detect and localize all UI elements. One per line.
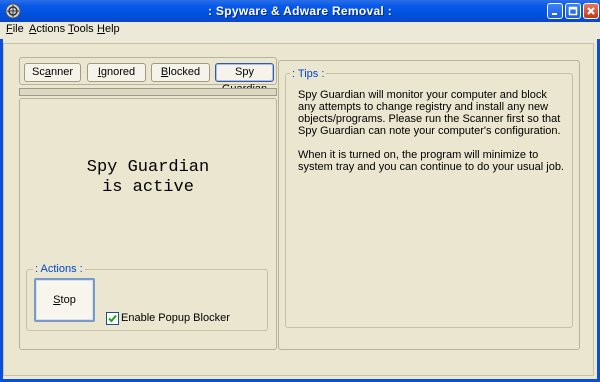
title-bar[interactable]: : Spyware & Adware Removal :	[0, 0, 600, 22]
progress-bar	[19, 88, 277, 96]
tips-group-label: : Tips :	[290, 68, 327, 80]
guardian-status: Spy Guardian is active	[19, 158, 277, 198]
menu-help-accel: H	[97, 23, 105, 35]
tab-blocked[interactable]: Blocked	[151, 63, 210, 82]
tab-ignored[interactable]: Ignored	[87, 63, 146, 82]
checkmark-icon	[108, 314, 117, 323]
menu-help-label: elp	[104, 23, 120, 35]
popup-blocker-label[interactable]: Enable Popup Blocker	[121, 312, 230, 324]
guardian-status-line2: is active	[102, 178, 194, 197]
menu-bar: File Actions Tools Help	[0, 22, 600, 39]
actions-group-label: : Actions :	[33, 263, 85, 275]
maximize-icon	[568, 6, 578, 16]
menu-file-label: ile	[12, 23, 24, 35]
tips-paragraph-1: Spy Guardian will monitor your computer …	[298, 89, 561, 137]
tab-scanner-pre: Sc	[32, 66, 45, 78]
minimize-button[interactable]	[547, 3, 563, 19]
tab-spy-guardian[interactable]: Spy Guardian	[215, 63, 274, 95]
popup-blocker-checkbox[interactable]	[106, 312, 119, 325]
menu-actions[interactable]: Actions	[29, 23, 65, 35]
stop-button[interactable]: Stop	[34, 278, 95, 322]
menu-file[interactable]: File	[6, 23, 24, 35]
menu-file-accel: F	[6, 23, 13, 35]
tips-paragraph-2: When it is turned on, the program will m…	[298, 149, 564, 173]
tab-blocked-post: locked	[168, 66, 201, 78]
tips-text: Spy Guardian will monitor your computer …	[298, 89, 566, 185]
maximize-button[interactable]	[565, 3, 581, 19]
menu-actions-label: ctions	[36, 23, 66, 35]
menu-tools[interactable]: Tools	[68, 23, 94, 35]
window-title: : Spyware & Adware Removal :	[207, 4, 392, 18]
tab-spy-guardian-pre: Spy	[235, 66, 254, 78]
menu-help[interactable]: Help	[97, 23, 120, 35]
close-icon	[587, 7, 595, 15]
tab-scanner-post: nner	[50, 66, 73, 78]
stop-button-label: top	[60, 294, 76, 306]
close-button[interactable]	[583, 3, 599, 19]
tab-ignored-post: gnored	[100, 66, 136, 78]
tab-scanner[interactable]: Scanner	[24, 63, 81, 82]
stop-button-accel: S	[53, 294, 61, 306]
minimize-icon	[552, 13, 557, 15]
menu-tools-label: ools	[73, 23, 94, 35]
guardian-status-line1: Spy Guardian	[86, 158, 210, 177]
